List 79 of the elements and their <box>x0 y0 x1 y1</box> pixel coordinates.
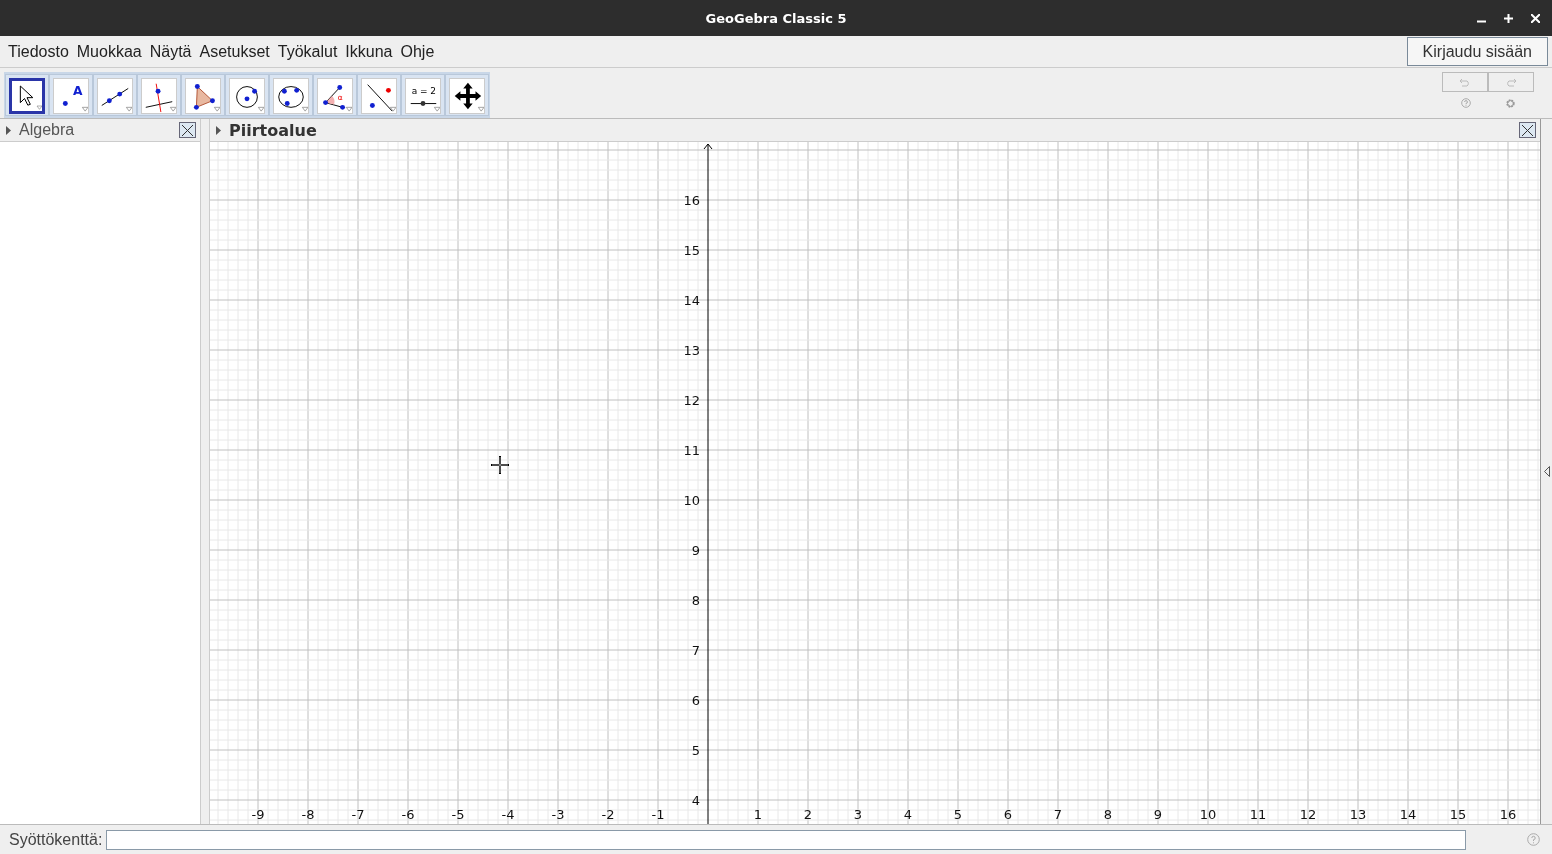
tool-button[interactable] <box>445 74 489 116</box>
collapse-arrow-icon <box>1543 466 1550 477</box>
x-axis-label: -5 <box>451 807 465 822</box>
x-axis-label: 12 <box>1299 807 1317 822</box>
y-axis-label: 4 <box>691 793 700 808</box>
input-label: Syöttökenttä: <box>9 830 103 849</box>
y-axis-label: 6 <box>691 693 700 708</box>
pan-tool-icon <box>449 78 485 114</box>
x-axis-label: -6 <box>401 807 415 822</box>
x-axis-label: 10 <box>1199 807 1217 822</box>
polygon-tool-icon <box>185 78 221 114</box>
menu-item[interactable]: Muokkaa <box>72 42 146 61</box>
line-tool-icon <box>97 78 133 114</box>
perpendicular-tool-icon <box>141 78 177 114</box>
x-axis-label: 5 <box>953 807 963 822</box>
menu-item[interactable]: Näytä <box>145 42 196 61</box>
y-axis-label: 13 <box>683 343 700 358</box>
close-button[interactable] <box>1519 122 1536 138</box>
y-axis-label: 16 <box>683 193 700 208</box>
close-icon <box>1522 124 1533 136</box>
close-icon <box>182 124 193 136</box>
x-axis-label: -1 <box>651 807 665 822</box>
menu-item[interactable]: Tiedosto <box>4 42 73 61</box>
y-axis-label: 9 <box>691 543 700 558</box>
move-tool-icon <box>9 78 45 114</box>
x-axis-label: 1 <box>753 807 763 822</box>
expand-arrow-icon[interactable] <box>6 125 11 135</box>
x-axis-label: 8 <box>1103 807 1113 822</box>
x-axis-label: 4 <box>903 807 913 822</box>
crosshair-cursor-icon <box>490 455 510 475</box>
y-axis-label: 5 <box>691 743 700 758</box>
login-button[interactable]: Kirjaudu sisään <box>1406 37 1548 66</box>
x-axis-label: -2 <box>601 807 615 822</box>
y-axis-label: 14 <box>683 293 700 308</box>
circle-tool-icon <box>229 78 265 114</box>
menu-item[interactable]: Ohje <box>396 42 439 61</box>
x-axis-label: -4 <box>501 807 515 822</box>
expand-arrow-icon[interactable] <box>216 125 221 135</box>
x-axis-label: 2 <box>803 807 813 822</box>
x-axis-label: 14 <box>1399 807 1417 822</box>
x-axis-label: 15 <box>1449 807 1467 822</box>
y-axis-label: 10 <box>683 493 700 508</box>
y-axis-label: 12 <box>683 393 700 408</box>
undo-icon <box>1459 77 1471 87</box>
graphics-view[interactable]: -9 -8 -7 -6 -5 -4 -3 -2 -1 1 2 3 4 5 6 7 8 9 10 11 12 13 14 15 16 16 15 14 13 12 11 10 9 8 7 6 5 4 <box>210 142 1540 824</box>
x-axis-label: -9 <box>251 807 265 822</box>
menu-item[interactable]: Asetukset <box>195 42 274 61</box>
tool-button[interactable] <box>225 74 269 116</box>
y-axis-label: 15 <box>683 243 700 258</box>
close-button[interactable] <box>179 122 196 138</box>
y-axis-label: 11 <box>683 443 700 458</box>
x-axis-label: -7 <box>351 807 365 822</box>
menu-item[interactable]: Työkalut <box>273 42 342 61</box>
panel-title: Algebra <box>19 121 75 139</box>
panel-title: Piirtoalue <box>229 120 317 140</box>
x-axis-label: 3 <box>853 807 863 822</box>
x-axis-label: 9 <box>1153 807 1163 822</box>
y-axis-label: 8 <box>691 593 700 608</box>
x-axis-label: 7 <box>1053 807 1063 822</box>
input-field[interactable] <box>106 829 1467 850</box>
tool-button[interactable] <box>181 74 225 116</box>
tool-button[interactable] <box>93 74 137 116</box>
tool-button[interactable] <box>269 74 313 116</box>
x-axis-label: 16 <box>1499 807 1517 822</box>
maximize-icon[interactable] <box>1504 13 1513 23</box>
x-axis-label: 6 <box>1003 807 1013 822</box>
y-axis-label: 7 <box>691 643 700 658</box>
x-axis-label: 11 <box>1249 807 1267 822</box>
x-axis-label: -3 <box>551 807 565 822</box>
window-title: GeoGebra Classic 5 <box>705 10 847 26</box>
conic-tool-icon <box>273 78 309 114</box>
redo-icon <box>1505 77 1517 87</box>
tool-button[interactable] <box>5 74 49 116</box>
x-axis-label: -8 <box>301 807 315 822</box>
close-icon[interactable] <box>1531 13 1540 23</box>
reflect-tool-icon <box>361 78 397 114</box>
sidebar-toggle[interactable] <box>1540 119 1552 824</box>
menu-item[interactable]: Ikkuna <box>341 42 397 61</box>
x-axis-label: 13 <box>1349 807 1367 822</box>
